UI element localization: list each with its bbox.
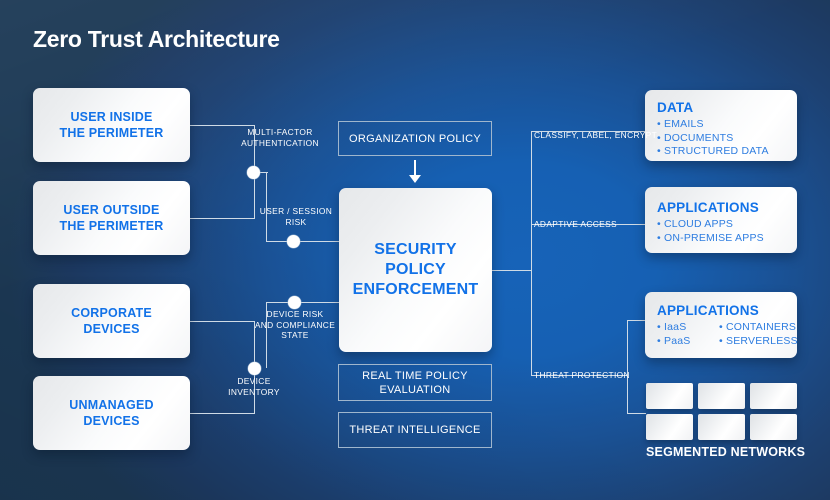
source-unmanaged-line1: UNMANAGED [69, 398, 154, 412]
connector-user-inside-horizontal [190, 125, 255, 126]
signal-label-multi-factor-authentication: MULTI-FACTOR AUTHENTICATION [230, 127, 330, 148]
segmented-network-tile[interactable] [646, 383, 693, 409]
resource-card-items: • EMAILS • DOCUMENTS • STRUCTURED DATA [657, 118, 769, 159]
source-user-outside-line2: THE PERIMETER [59, 219, 164, 233]
node-device-inventory [248, 362, 261, 375]
source-user-outside-line1: USER OUTSIDE [63, 203, 160, 217]
node-user-session-risk [287, 235, 300, 248]
connector-session-to-core-horizontal [266, 241, 342, 242]
signal-mfa-line1: MULTI-FACTOR [247, 127, 313, 137]
segmented-network-tile[interactable] [698, 383, 745, 409]
list-item: • CLOUD APPS [657, 218, 734, 230]
signal-label-device-risk: DEVICE RISK AND COMPLIANCE STATE [245, 309, 345, 341]
signal-inventory-line2: INVENTORY [228, 386, 280, 397]
list-item: • SERVERLESS [719, 334, 798, 347]
signal-inventory-line1: DEVICE [237, 376, 271, 386]
resource-card-items: • CLOUD APPS • ON-PREMISE APPS [657, 218, 764, 245]
connector-right-bus-vertical [531, 131, 532, 375]
security-policy-enforcement-label: SECURITY POLICY ENFORCEMENT [339, 240, 492, 300]
signal-session-line2: RISK [285, 216, 307, 227]
real-time-policy-evaluation-label: REAL TIME POLICY EVALUATION [339, 369, 491, 397]
signal-device-risk-line2: AND COMPLIANCE [254, 319, 336, 330]
source-corporate-line2: DEVICES [83, 322, 140, 336]
segmented-networks-caption: SEGMENTED NETWORKS [646, 445, 806, 459]
source-user-inside-line2: THE PERIMETER [59, 126, 164, 140]
arrow-head-organization-policy [409, 175, 421, 183]
policy-input-0-line1: REAL TIME POLICY [362, 369, 468, 382]
list-item: • IaaS [657, 321, 687, 333]
source-card-corporate-devices[interactable]: CORPORATE DEVICES [33, 284, 190, 358]
segmented-network-tile[interactable] [698, 414, 745, 440]
list-item: • DOCUMENTS [657, 131, 734, 144]
node-device-risk-and-compliance-state [288, 296, 301, 309]
source-card-user-inside-perimeter[interactable]: USER INSIDE THE PERIMETER [33, 88, 190, 162]
segmented-network-tile[interactable] [750, 383, 797, 409]
connector-threat-to-segments [627, 413, 646, 414]
connector-threat-fanout-vertical [627, 320, 628, 413]
source-card-label: USER OUTSIDE THE PERIMETER [33, 202, 190, 234]
segmented-network-tile[interactable] [646, 414, 693, 440]
source-card-user-outside-perimeter[interactable]: USER OUTSIDE THE PERIMETER [33, 181, 190, 255]
source-corporate-line1: CORPORATE [71, 306, 152, 320]
signal-mfa-line2: AUTHENTICATION [241, 137, 319, 148]
resource-card-data[interactable]: DATA • EMAILS • DOCUMENTS • STRUCTURED D… [645, 90, 797, 161]
signal-label-user-session-risk: USER / SESSION RISK [246, 206, 346, 227]
connector-unmanaged-devices-horizontal [190, 413, 255, 414]
source-card-unmanaged-devices[interactable]: UNMANAGED DEVICES [33, 376, 190, 450]
list-item: • CONTAINERS [719, 321, 797, 333]
connector-core-right-stub [492, 270, 531, 271]
resource-card-items-column: • IaaS • PaaS [657, 321, 719, 348]
node-multi-factor-authentication [247, 166, 260, 179]
page-title: Zero Trust Architecture [33, 26, 280, 52]
policy-input-0-line2: EVALUATION [379, 383, 451, 396]
source-card-label: UNMANAGED DEVICES [33, 397, 190, 429]
action-label-threat-protection: THREAT PROTECTION [534, 370, 630, 380]
zero-trust-architecture-diagram: Zero Trust Architecture MULTI-FACTOR AUT… [0, 0, 830, 500]
resource-card-applications-cloud[interactable]: APPLICATIONS • CLOUD APPS • ON-PREMISE A… [645, 187, 797, 253]
list-item: • STRUCTURED DATA [657, 145, 769, 157]
real-time-policy-evaluation-box[interactable]: REAL TIME POLICY EVALUATION [338, 364, 492, 401]
resource-card-applications-workloads[interactable]: APPLICATIONS • IaaS • PaaS • CONTAINERS … [645, 292, 798, 358]
signal-device-risk-line1: DEVICE RISK [266, 309, 324, 319]
source-user-inside-line1: USER INSIDE [70, 110, 153, 124]
security-policy-enforcement-card[interactable]: SECURITY POLICY ENFORCEMENT [339, 188, 492, 352]
signal-label-device-inventory: DEVICE INVENTORY [204, 376, 304, 397]
action-label-adaptive-access: ADAPTIVE ACCESS [534, 219, 617, 229]
segmented-network-tile[interactable] [750, 414, 797, 440]
resource-card-title: APPLICATIONS [657, 200, 759, 215]
resource-card-items: • IaaS • PaaS • CONTAINERS • SERVERLESS [657, 321, 798, 348]
connector-device-risk-to-core-horizontal [266, 302, 342, 303]
connector-threat-to-workloads [627, 320, 646, 321]
signal-session-line1: USER / SESSION [259, 206, 333, 216]
threat-intelligence-label: THREAT INTELLIGENCE [349, 424, 481, 436]
list-item: • PaaS [657, 334, 691, 347]
source-unmanaged-line2: DEVICES [83, 414, 140, 428]
resource-card-title: APPLICATIONS [657, 303, 759, 318]
signal-device-risk-line3: STATE [281, 330, 309, 340]
enforcement-line2: POLICY [385, 261, 446, 278]
organization-policy-label: ORGANIZATION POLICY [348, 132, 481, 145]
source-card-label: USER INSIDE THE PERIMETER [33, 109, 190, 141]
organization-policy-box[interactable]: ORGANIZATION POLICY [338, 121, 492, 156]
resource-card-items-column: • CONTAINERS • SERVERLESS [719, 321, 798, 348]
threat-intelligence-box[interactable]: THREAT INTELLIGENCE [338, 412, 492, 448]
list-item: • EMAILS [657, 118, 704, 130]
enforcement-line1: SECURITY [374, 241, 457, 258]
list-item: • ON-PREMISE APPS [657, 231, 764, 244]
resource-card-title: DATA [657, 100, 694, 115]
action-label-classify-label-encrypt: CLASSIFY, LABEL, ENCRYPT [534, 130, 658, 140]
enforcement-line3: ENFORCEMENT [352, 281, 479, 298]
source-card-label: CORPORATE DEVICES [33, 305, 190, 337]
